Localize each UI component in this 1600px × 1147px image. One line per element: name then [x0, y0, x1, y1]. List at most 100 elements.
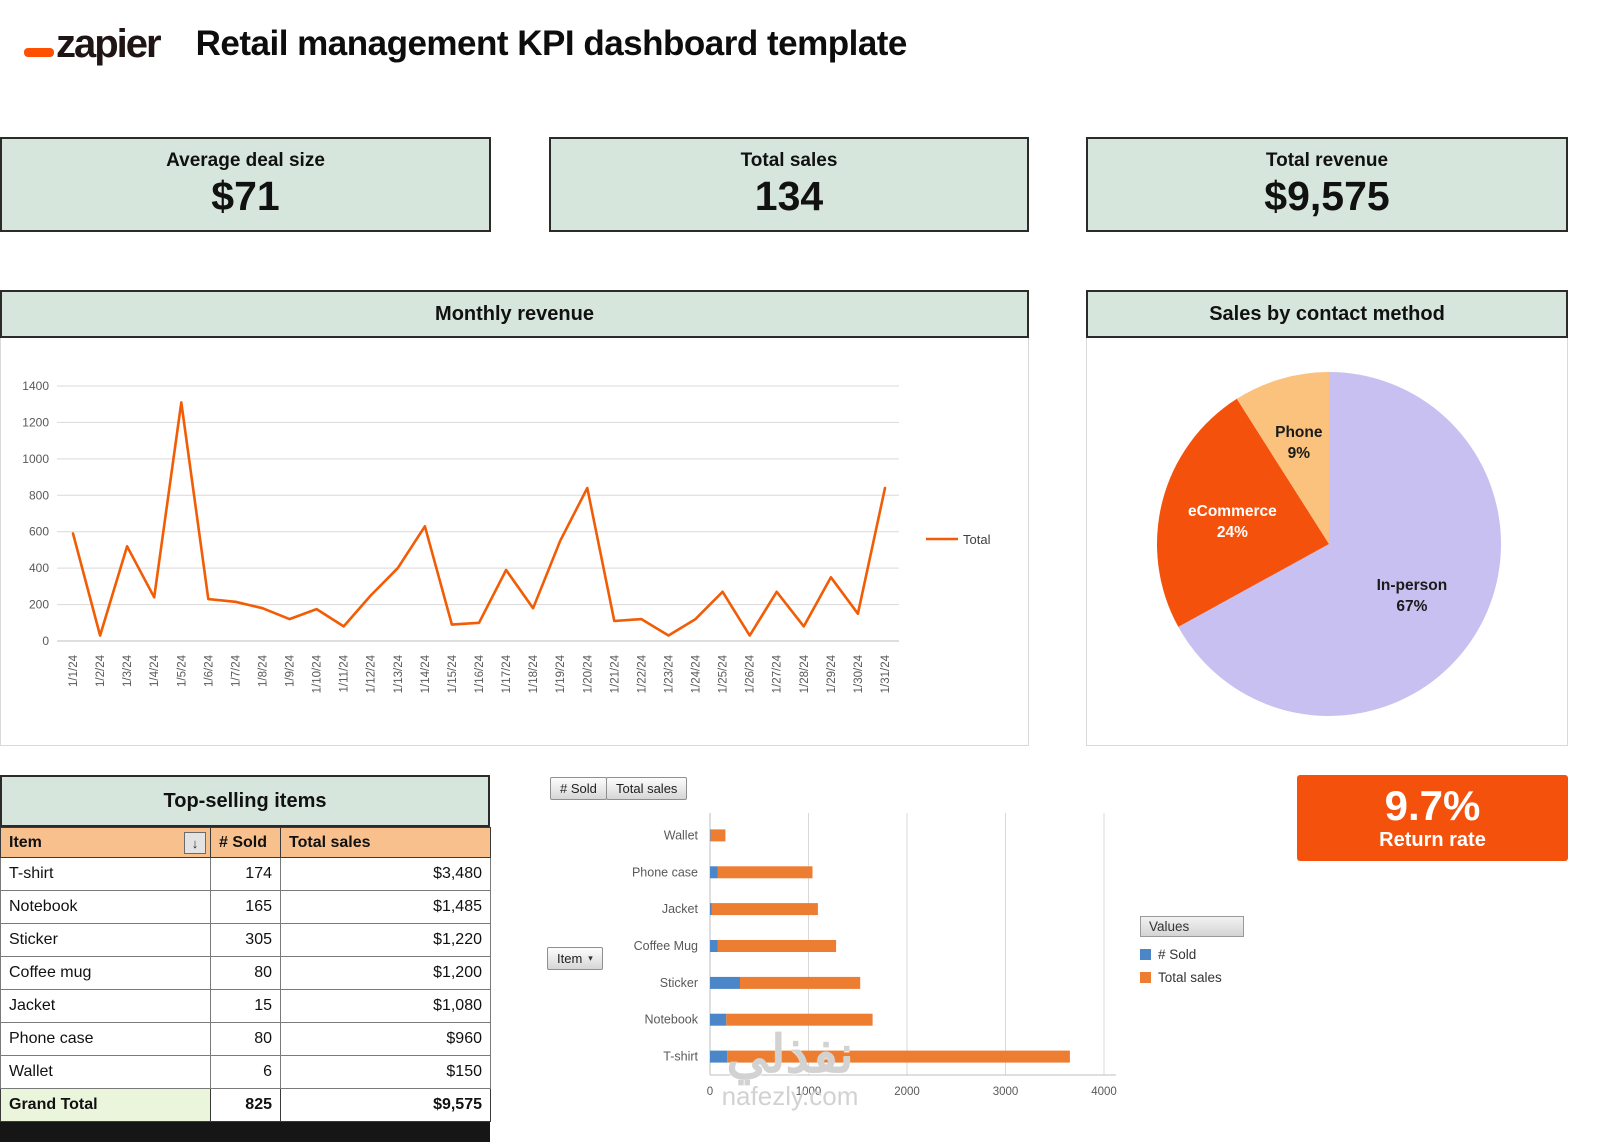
kpi-value: $71: [211, 173, 279, 220]
table-row: Notebook165$1,485: [1, 891, 491, 924]
svg-text:1/13/24: 1/13/24: [393, 654, 405, 693]
legend-total-sales-label: Total sales: [1158, 970, 1222, 985]
svg-text:9%: 9%: [1288, 445, 1311, 462]
svg-text:200: 200: [29, 598, 49, 612]
column-header-total-sales: Total sales: [281, 828, 491, 858]
kpi-label: Total sales: [741, 150, 838, 172]
svg-text:Jacket: Jacket: [662, 902, 699, 916]
column-header-item-label: Item: [9, 834, 42, 851]
top-items-tbody: T-shirt174$3,480Notebook165$1,485Sticker…: [1, 858, 491, 1089]
svg-text:1400: 1400: [22, 379, 49, 393]
svg-text:Total: Total: [963, 532, 991, 547]
svg-text:1/25/24: 1/25/24: [718, 654, 730, 693]
grand-total-sold: 825: [211, 1089, 281, 1122]
table-cell: 80: [211, 1023, 281, 1056]
svg-text:1/14/24: 1/14/24: [420, 654, 432, 693]
page-header: zapier Retail management KPI dashboard t…: [24, 24, 907, 64]
sales-pie-chart-area: In-person67%eCommerce24%Phone9%: [1086, 338, 1568, 746]
sold-swatch-icon: [1140, 949, 1151, 960]
svg-text:Phone case: Phone case: [632, 865, 698, 879]
svg-text:1/22/24: 1/22/24: [636, 654, 648, 693]
svg-text:1/6/24: 1/6/24: [203, 654, 215, 687]
grand-total-label: Grand Total: [1, 1089, 211, 1122]
svg-text:1/4/24: 1/4/24: [149, 654, 161, 687]
table-cell: 165: [211, 891, 281, 924]
table-row: Wallet6$150: [1, 1056, 491, 1089]
svg-text:1/16/24: 1/16/24: [474, 654, 486, 693]
svg-text:T-shirt: T-shirt: [663, 1050, 698, 1064]
svg-text:Notebook: Notebook: [644, 1013, 698, 1027]
svg-text:1/10/24: 1/10/24: [312, 654, 324, 693]
grand-total-row: Grand Total 825 $9,575: [1, 1089, 491, 1122]
table-cell: $1,220: [281, 924, 491, 957]
svg-text:1/23/24: 1/23/24: [663, 654, 675, 693]
table-cell: T-shirt: [1, 858, 211, 891]
kpi-label: Average deal size: [166, 150, 325, 172]
return-rate-label: Return rate: [1379, 829, 1486, 852]
table-cell: $150: [281, 1056, 491, 1089]
table-cell: $1,200: [281, 957, 491, 990]
svg-text:1/30/24: 1/30/24: [853, 654, 865, 693]
table-cell: 15: [211, 990, 281, 1023]
svg-text:1/21/24: 1/21/24: [609, 654, 621, 693]
table-cell: 174: [211, 858, 281, 891]
svg-text:400: 400: [29, 561, 49, 575]
table-cell: $3,480: [281, 858, 491, 891]
svg-text:1/3/24: 1/3/24: [122, 654, 134, 687]
svg-text:1000: 1000: [22, 452, 49, 466]
table-row: Sticker305$1,220: [1, 924, 491, 957]
monthly-revenue-chart-area: 02004006008001000120014001/1/241/2/241/3…: [0, 338, 1029, 746]
top-selling-items-panel: Top-selling items Item ↓ # Sold Total sa…: [0, 775, 490, 1142]
kpi-value: $9,575: [1264, 173, 1389, 220]
svg-text:1/17/24: 1/17/24: [501, 654, 513, 693]
zapier-logo: zapier: [24, 24, 160, 64]
return-rate-value: 9.7%: [1385, 784, 1481, 828]
svg-text:1/24/24: 1/24/24: [691, 654, 703, 693]
svg-text:0: 0: [707, 1086, 713, 1098]
sales-by-contact-panel: Sales by contact method In-person67%eCom…: [1086, 290, 1568, 746]
svg-text:1/12/24: 1/12/24: [366, 654, 378, 693]
table-header-row: Item ↓ # Sold Total sales: [1, 828, 491, 858]
svg-text:Sticker: Sticker: [660, 976, 698, 990]
sort-filter-icon[interactable]: ↓: [184, 832, 206, 854]
table-cell: Coffee mug: [1, 957, 211, 990]
table-cell: Sticker: [1, 924, 211, 957]
kpi-card-average-deal-size: Average deal size $71: [0, 137, 491, 232]
svg-text:1/28/24: 1/28/24: [799, 654, 811, 693]
kpi-value: 134: [755, 173, 823, 220]
table-row: Jacket15$1,080: [1, 990, 491, 1023]
svg-text:67%: 67%: [1396, 598, 1427, 615]
svg-text:1200: 1200: [22, 415, 49, 429]
monthly-revenue-title: Monthly revenue: [0, 290, 1029, 338]
svg-text:1/5/24: 1/5/24: [176, 654, 188, 687]
table-cell: 6: [211, 1056, 281, 1089]
column-header-item: Item ↓: [1, 828, 211, 858]
svg-text:3000: 3000: [993, 1086, 1019, 1098]
svg-text:800: 800: [29, 488, 49, 502]
legend-item-total-sales: Total sales: [1140, 970, 1244, 985]
svg-text:1/19/24: 1/19/24: [555, 654, 567, 693]
grand-total-sales: $9,575: [281, 1089, 491, 1122]
zapier-logo-text: zapier: [56, 24, 160, 64]
values-field-button[interactable]: Values: [1140, 916, 1244, 937]
sold-filter-button[interactable]: # Sold: [550, 777, 607, 800]
legend-sold-label: # Sold: [1158, 947, 1196, 962]
zapier-underscore-icon: [24, 48, 54, 57]
svg-text:600: 600: [29, 525, 49, 539]
table-cell: $960: [281, 1023, 491, 1056]
table-row: Phone case80$960: [1, 1023, 491, 1056]
table-cell: Notebook: [1, 891, 211, 924]
total-sales-filter-button[interactable]: Total sales: [606, 777, 687, 800]
table-cell: Wallet: [1, 1056, 211, 1089]
svg-text:0: 0: [42, 634, 49, 648]
top-items-bar-chart: 01000200030004000WalletPhone caseJacketC…: [540, 803, 1140, 1113]
svg-text:eCommerce: eCommerce: [1188, 503, 1277, 520]
svg-text:In-person: In-person: [1377, 577, 1448, 594]
svg-text:1/29/24: 1/29/24: [826, 654, 838, 693]
total-sales-swatch-icon: [1140, 972, 1151, 983]
svg-text:2000: 2000: [894, 1086, 920, 1098]
svg-text:1/9/24: 1/9/24: [285, 654, 297, 687]
svg-text:1/15/24: 1/15/24: [447, 654, 459, 693]
table-cell: $1,485: [281, 891, 491, 924]
svg-text:1/20/24: 1/20/24: [582, 654, 594, 693]
